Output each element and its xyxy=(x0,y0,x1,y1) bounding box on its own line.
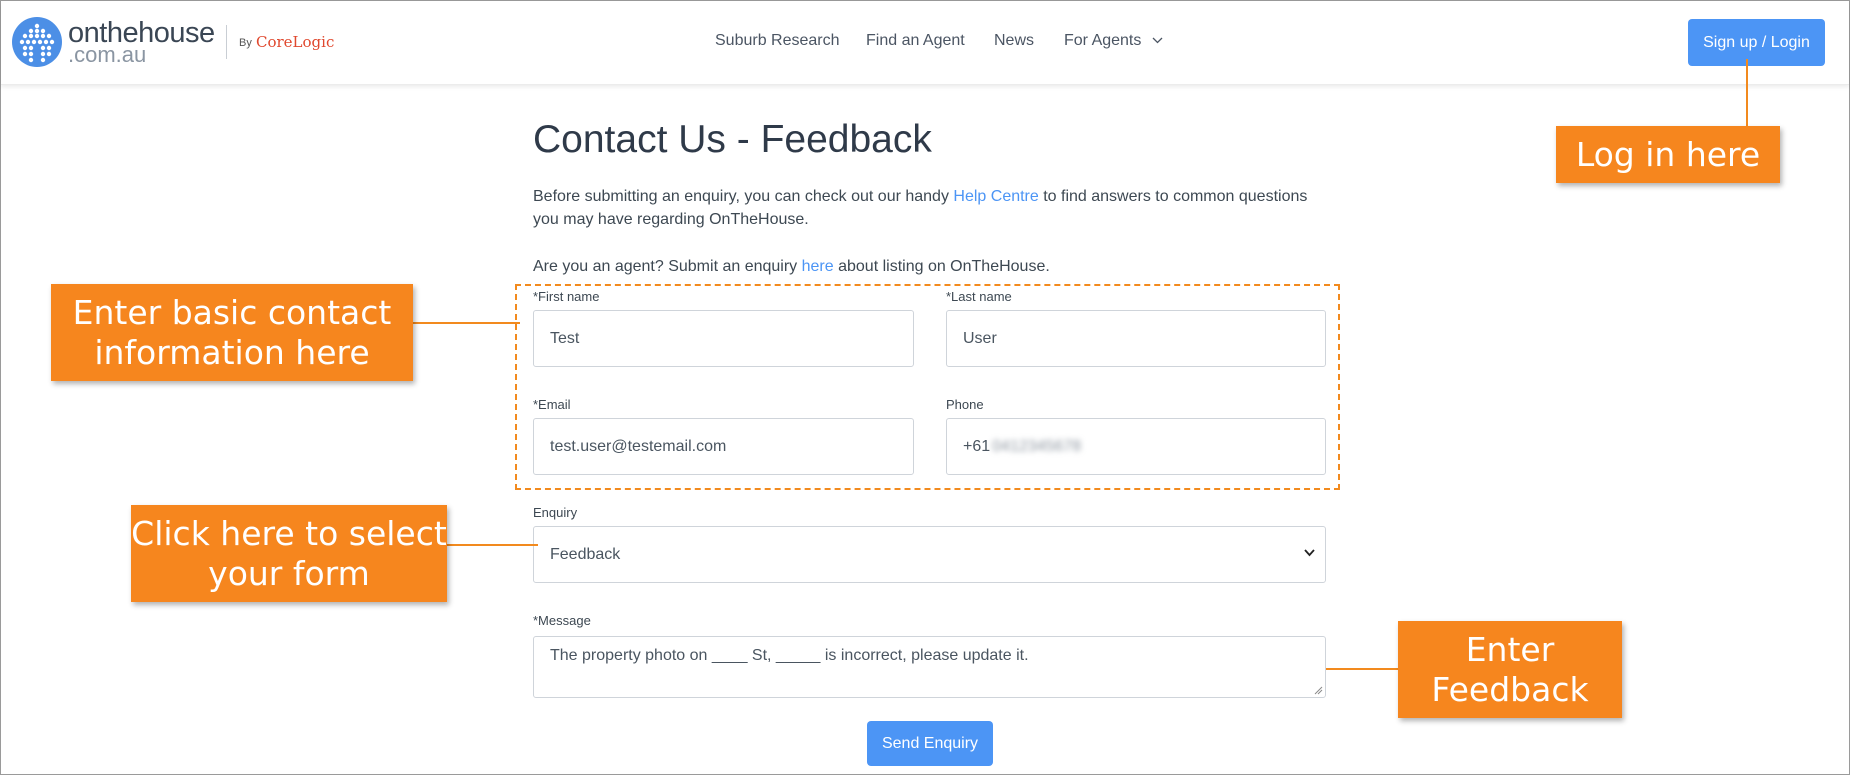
message-value: The property photo on ____ St, _____ is … xyxy=(550,647,1029,664)
site-header: onthehouse .com.au By CoreLogic Suburb R… xyxy=(1,1,1849,85)
enquiry-select[interactable]: Feedback xyxy=(533,526,1326,583)
logo-divider xyxy=(226,25,227,59)
agent-here-link[interactable]: here xyxy=(802,258,834,275)
nav-news[interactable]: News xyxy=(994,32,1034,50)
select-callout-connector xyxy=(446,544,538,546)
nav-for-agents-label: For Agents xyxy=(1064,32,1142,49)
chevron-down-icon xyxy=(1304,549,1315,557)
contact-info-highlight xyxy=(515,284,1340,490)
signup-login-button[interactable]: Sign up / Login xyxy=(1688,19,1825,66)
feedback-callout-connector xyxy=(1326,668,1398,670)
select-callout: Click here to select your form xyxy=(131,505,447,602)
contact-callout-connector xyxy=(412,322,520,324)
by-label: By xyxy=(239,37,252,49)
contact-callout: Enter basic contact information here xyxy=(51,284,413,381)
agent-enquiry-text: Are you an agent? Submit an enquiry here… xyxy=(533,258,1050,276)
feedback-callout: Enter Feedback xyxy=(1398,621,1622,718)
enquiry-selected-value: Feedback xyxy=(550,545,621,563)
nav-suburb-research[interactable]: Suburb Research xyxy=(715,32,840,50)
intro-text: Before submitting an enquiry, you can ch… xyxy=(533,185,1333,231)
intro-before: Before submitting an enquiry, you can ch… xyxy=(533,188,954,205)
nav-for-agents[interactable]: For Agents xyxy=(1064,32,1163,50)
resize-grip-icon[interactable] xyxy=(1313,685,1323,695)
send-enquiry-button[interactable]: Send Enquiry xyxy=(867,721,993,766)
agent-after: about listing on OnTheHouse. xyxy=(833,258,1050,275)
chevron-down-icon xyxy=(1152,37,1163,44)
agent-before: Are you an agent? Submit an enquiry xyxy=(533,258,802,275)
login-callout: Log in here xyxy=(1556,126,1780,183)
corelogic-logo: CoreLogic xyxy=(256,33,335,51)
page-title: Contact Us - Feedback xyxy=(533,118,932,161)
enquiry-label: Enquiry xyxy=(533,505,578,520)
logo-dot-house-icon[interactable] xyxy=(12,17,62,67)
message-label: *Message xyxy=(533,613,591,628)
message-textarea[interactable]: The property photo on ____ St, _____ is … xyxy=(533,636,1326,698)
help-centre-link[interactable]: Help Centre xyxy=(953,188,1038,205)
nav-find-an-agent[interactable]: Find an Agent xyxy=(866,32,965,50)
login-callout-connector xyxy=(1746,59,1748,127)
logo-domain: .com.au xyxy=(68,42,147,67)
